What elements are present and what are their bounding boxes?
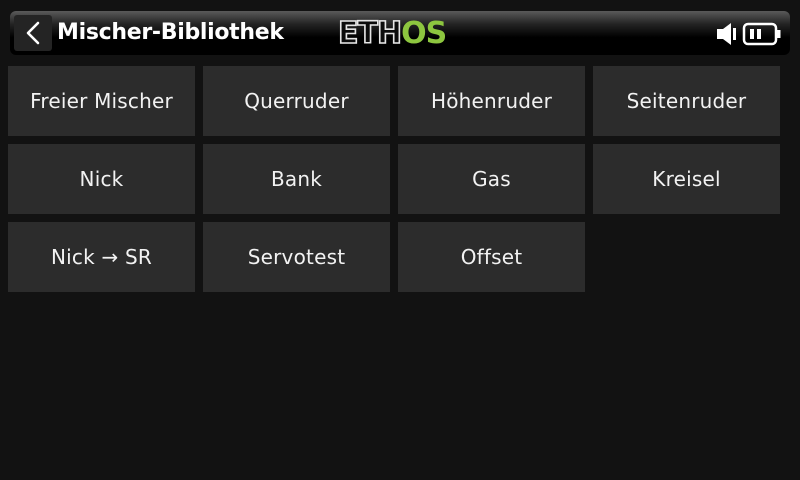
speaker-icon[interactable] — [716, 22, 738, 46]
mixer-tile-offset[interactable]: Offset — [398, 222, 585, 292]
header-bar: Mischer-Bibliothek ETHOS — [10, 11, 790, 55]
mixer-tile-hoehenruder[interactable]: Höhenruder — [398, 66, 585, 136]
mixer-tile-nick-sr[interactable]: Nick → SR — [8, 222, 195, 292]
mixer-tile-querruder[interactable]: Querruder — [203, 66, 390, 136]
mixer-tile-gas[interactable]: Gas — [398, 144, 585, 214]
mixer-tile-servotest[interactable]: Servotest — [203, 222, 390, 292]
logo-text-os: OS — [401, 16, 447, 51]
mixer-tile-freier-mischer[interactable]: Freier Mischer — [8, 66, 195, 136]
mixer-tile-seitenruder[interactable]: Seitenruder — [593, 66, 780, 136]
screen: Mischer-Bibliothek ETHOS Freier Mischer … — [0, 0, 800, 480]
battery-icon[interactable] — [742, 22, 782, 46]
page-title: Mischer-Bibliothek — [57, 20, 284, 45]
logo-text-eth: ETH — [337, 16, 403, 51]
chevron-left-icon — [26, 21, 40, 45]
mixer-tile-kreisel[interactable]: Kreisel — [593, 144, 780, 214]
mixer-tile-nick[interactable]: Nick — [8, 144, 195, 214]
ethos-logo: ETHOS — [337, 16, 447, 51]
mixer-tile-bank[interactable]: Bank — [203, 144, 390, 214]
back-button[interactable] — [14, 15, 52, 51]
